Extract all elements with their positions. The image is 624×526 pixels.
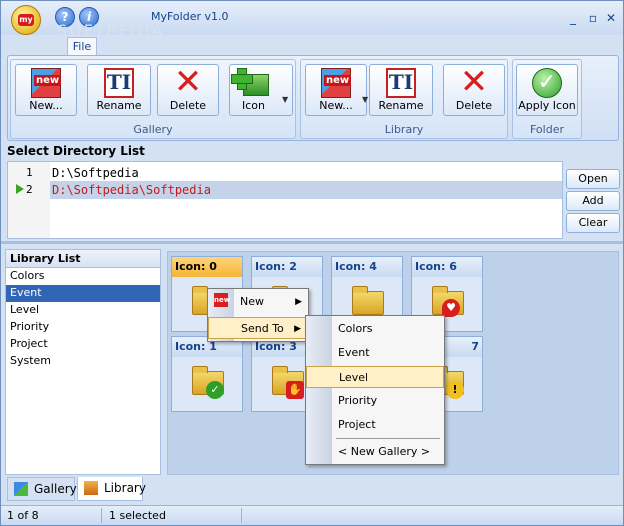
close-icon[interactable]: ✕ — [603, 11, 619, 25]
main-window: my ? i SOFTPEDIA MyFolder v1.0 _ ▫ ✕ Fil… — [0, 0, 624, 526]
library-icon — [84, 481, 98, 495]
bottom-tabs: Gallery Library — [5, 477, 617, 501]
check-icon: ✓ — [206, 381, 224, 399]
check-icon: ✓ — [532, 68, 562, 98]
gallery-icon-button[interactable]: Icon ▼ — [229, 64, 293, 116]
library-item-colors[interactable]: Colors — [6, 268, 160, 285]
warning-icon: ! — [446, 381, 464, 399]
chevron-down-icon[interactable]: ▼ — [282, 95, 288, 104]
apply-icon-button[interactable]: ✓ Apply Icon — [516, 64, 578, 116]
window-title: MyFolder v1.0 — [151, 10, 229, 23]
minimize-icon[interactable]: _ — [565, 11, 581, 25]
ribbon-group-folder: ✓ Apply Icon Folder — [512, 59, 582, 139]
submenu-item-priority[interactable]: Priority — [306, 390, 444, 412]
chevron-right-icon: ▶ — [295, 297, 302, 307]
status-selection: 1 selected — [109, 509, 166, 522]
splitter[interactable] — [1, 241, 623, 244]
shield-icon: ✋ — [286, 381, 304, 399]
icon-tile[interactable]: Icon: 1 ✓ — [171, 336, 243, 412]
add-button[interactable]: Add — [566, 191, 620, 211]
library-item-level[interactable]: Level — [6, 302, 160, 319]
open-button[interactable]: Open — [566, 169, 620, 189]
ribbon-group-library: new New... ▼ TI Rename ✕ Delete Library — [300, 59, 508, 139]
tab-gallery[interactable]: Gallery — [7, 477, 77, 501]
file-menu-tab[interactable]: File — [67, 37, 97, 57]
gallery-icon — [14, 482, 28, 496]
directory-path-selected[interactable]: D:\Softpedia\Softpedia — [52, 183, 211, 197]
new-icon: new — [321, 68, 352, 98]
context-menu-item-new[interactable]: New ▶ — [208, 291, 308, 313]
gallery-rename-button[interactable]: TI Rename — [87, 64, 151, 116]
restore-icon[interactable]: ▫ — [585, 11, 601, 25]
directory-path[interactable]: D:\Softpedia — [52, 166, 139, 180]
directory-list: 1 2 D:\Softpedia D:\Softpedia\Softpedia — [7, 161, 563, 239]
library-item-project[interactable]: Project — [6, 336, 160, 353]
menu-separator — [336, 438, 440, 439]
status-bar: 1 of 8 1 selected — [1, 505, 623, 525]
folder-lock-icon — [352, 286, 384, 315]
app-logo-icon[interactable]: my — [11, 5, 41, 35]
rename-icon: TI — [104, 68, 134, 98]
send-to-submenu: Colors Event Level Priority Project < Ne… — [305, 315, 445, 465]
library-new-button[interactable]: new New... ▼ — [305, 64, 368, 116]
chevron-down-icon[interactable]: ▼ — [362, 95, 368, 104]
context-menu-item-send-to[interactable]: Send To ▶ — [208, 317, 308, 339]
delete-icon: ✕ — [459, 62, 489, 102]
library-item-system[interactable]: System — [6, 353, 160, 370]
submenu-item-project[interactable]: Project — [306, 414, 444, 436]
submenu-item-colors[interactable]: Colors — [306, 318, 444, 340]
current-line-arrow-icon — [16, 184, 24, 194]
library-list: Library List Colors Event Level Priority… — [5, 249, 161, 475]
chevron-right-icon: ▶ — [294, 324, 301, 334]
directory-list-header: Select Directory List — [7, 144, 145, 158]
library-item-priority[interactable]: Priority — [6, 319, 160, 336]
tab-library[interactable]: Library — [77, 477, 146, 501]
line-number: 2 — [26, 183, 33, 196]
delete-icon: ✕ — [173, 62, 203, 102]
submenu-item-event[interactable]: Event — [306, 342, 444, 364]
gallery-delete-button[interactable]: ✕ Delete — [157, 64, 219, 116]
gallery-new-button[interactable]: new New... — [15, 64, 77, 116]
line-number: 1 — [26, 166, 33, 179]
title-bar: my ? i SOFTPEDIA MyFolder v1.0 _ ▫ ✕ — [1, 1, 623, 40]
submenu-item-new-gallery[interactable]: < New Gallery > — [306, 441, 444, 463]
add-icon-icon — [231, 68, 269, 98]
ribbon: new New... TI Rename ✕ Delete Icon ▼ Gal… — [7, 55, 619, 141]
status-page: 1 of 8 — [7, 509, 39, 522]
library-delete-button[interactable]: ✕ Delete — [443, 64, 505, 116]
clear-button[interactable]: Clear — [566, 213, 620, 233]
library-list-header: Library List — [6, 250, 160, 268]
new-icon: new — [31, 68, 62, 98]
rename-icon: TI — [386, 68, 416, 98]
library-rename-button[interactable]: TI Rename — [369, 64, 433, 116]
submenu-item-level[interactable]: Level — [306, 366, 444, 388]
ribbon-group-gallery: new New... TI Rename ✕ Delete Icon ▼ Gal… — [10, 59, 296, 139]
library-item-event[interactable]: Event — [6, 285, 160, 302]
context-menu: new New ▶ Send To ▶ — [207, 288, 309, 342]
